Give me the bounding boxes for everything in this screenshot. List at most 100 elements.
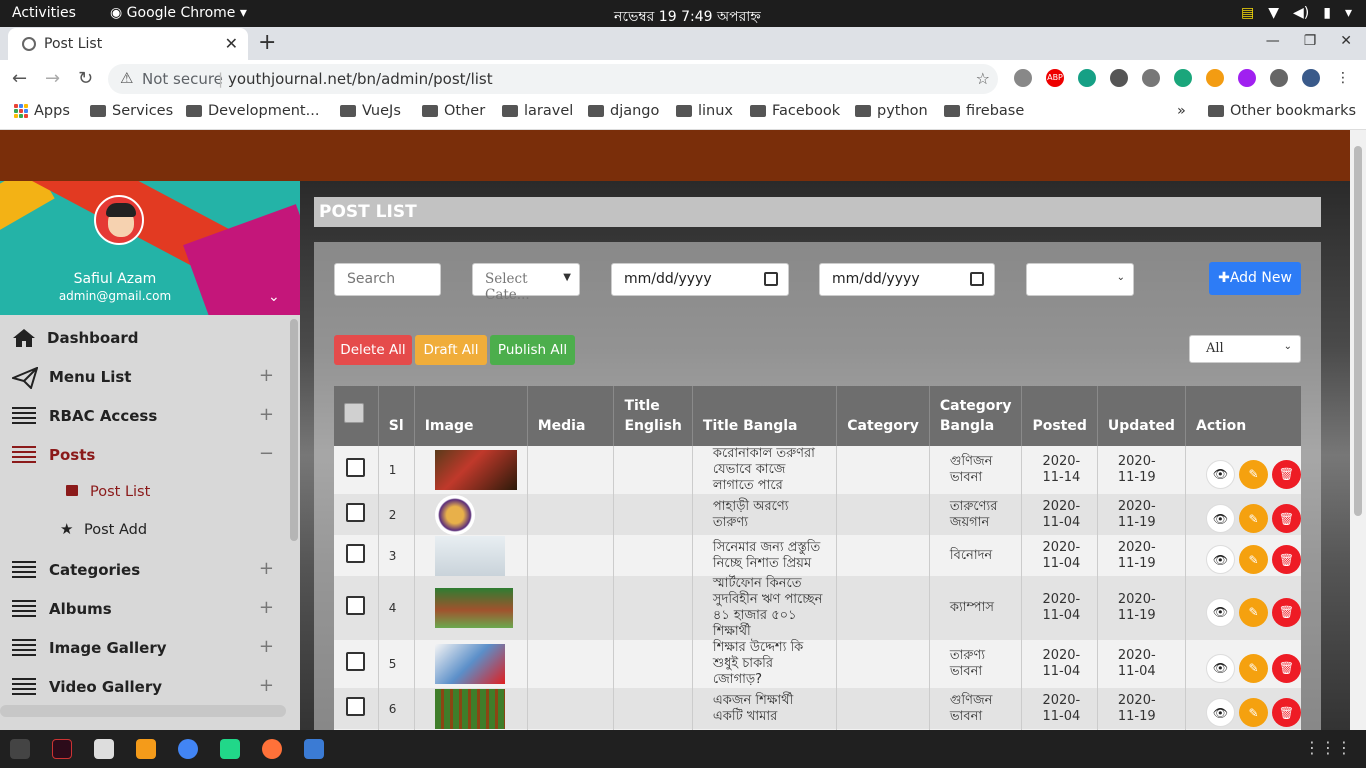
back-icon[interactable]: ← [12,68,27,89]
status-select[interactable]: All ⌄ [1189,335,1301,363]
publish-all-button[interactable]: Publish All [490,335,575,365]
terminal-icon[interactable] [10,739,30,759]
menu-dots-icon[interactable]: ⋮ [1334,69,1352,87]
delete-icon[interactable]: 🗑 [1272,653,1301,683]
wifi-icon[interactable]: ▼ [1268,5,1279,21]
adblock-icon[interactable]: ABP [1046,69,1064,87]
add-new-button[interactable]: ✚Add New [1209,262,1301,295]
text-editor-icon[interactable] [304,739,324,759]
column-header-category-bangla[interactable]: Category Bangla [929,386,1023,446]
camera-icon[interactable] [1014,69,1032,87]
row-checkbox[interactable] [346,696,366,716]
maximize-icon[interactable]: ❐ [1304,33,1317,49]
code-icon[interactable] [1142,69,1160,87]
bookmarks-overflow[interactable]: » [1177,103,1186,119]
bookmark-python[interactable]: python [855,103,928,119]
move-icon[interactable] [1110,69,1128,87]
minimize-icon[interactable]: — [1266,33,1280,49]
bookmark-apps[interactable]: Apps [14,103,70,119]
warning-icon[interactable]: ⚠ [120,69,133,87]
column-header-sl[interactable]: Sl [378,386,415,446]
bookmark-linux[interactable]: linux [676,103,733,119]
volume-icon[interactable]: ◀) [1293,5,1309,21]
mail-icon[interactable] [1078,69,1096,87]
sidebar-item-video-gallery[interactable]: Video Gallery + [0,667,288,706]
sidebar-item-posts[interactable]: Posts − [0,435,288,474]
draft-all-button[interactable]: Draft All [415,335,487,365]
sidebar-scrollbar[interactable] [290,319,298,541]
tab-post-list[interactable]: Post List ✕ [8,28,248,60]
puzzle-icon[interactable] [1270,69,1288,87]
bookmark-laravel[interactable]: laravel [502,103,573,119]
view-icon[interactable]: 👁 [1206,545,1235,574]
view-icon[interactable]: 👁 [1206,504,1235,533]
edit-icon[interactable]: ✎ [1239,698,1268,727]
sidebar-item-dashboard[interactable]: Dashboard [0,318,288,357]
sidebar-item-post-add[interactable]: ★ Post Add [0,512,288,550]
bookmark-vuejs[interactable]: VueJs [340,103,401,119]
bookmark-facebook[interactable]: Facebook [750,103,840,119]
delete-icon[interactable]: 🗑 [1272,504,1301,533]
activities-button[interactable]: Activities [12,5,76,21]
page-scrollbar-thumb[interactable] [1354,146,1362,516]
column-header-posted[interactable]: Posted [1021,386,1098,446]
bookmark-firebase[interactable]: firebase [944,103,1024,119]
edit-icon[interactable]: ✎ [1239,597,1268,627]
filter-select[interactable]: ⌄ [1026,263,1134,296]
clock[interactable]: নভেম্বর 19 7:49 অপরাহ্ন [614,5,761,29]
color-picker-icon[interactable] [1206,69,1224,87]
edit-icon[interactable]: ✎ [1239,653,1268,683]
column-header-updated[interactable]: Updated [1097,386,1187,446]
sidebar-item-categories[interactable]: Categories + [0,550,288,589]
sublime-icon[interactable] [136,739,156,759]
close-window-icon[interactable]: ✕ [1340,33,1352,49]
delete-icon[interactable]: 🗑 [1272,698,1301,727]
sidebar-item-albums[interactable]: Albums + [0,589,288,628]
avatar[interactable] [94,195,144,245]
terminal-app-icon[interactable] [52,739,72,759]
column-header-title-english[interactable]: Title English [613,386,693,446]
close-tab-icon[interactable]: ✕ [225,34,238,53]
view-icon[interactable]: 👁 [1206,698,1235,727]
app-menu[interactable]: ◉ Google Chrome ▾ [110,5,247,21]
view-icon[interactable]: 👁 [1206,459,1235,489]
app-grid-icon[interactable]: ⋮⋮⋮ [1304,738,1352,757]
chrome-icon[interactable] [178,739,198,759]
pen-icon[interactable] [1238,69,1256,87]
edit-icon[interactable]: ✎ [1239,459,1268,489]
search-input[interactable]: Search [334,263,441,296]
bookmark-other-bookmarks[interactable]: Other bookmarks [1208,103,1356,119]
row-checkbox[interactable] [346,458,366,477]
sidebar-item-image-gallery[interactable]: Image Gallery + [0,628,288,667]
profile-avatar[interactable] [1302,69,1320,87]
row-checkbox[interactable] [346,543,366,563]
sidebar-item-menu-list[interactable]: Menu List + [0,357,288,396]
sidebar-item-rbac-access[interactable]: RBAC Access + [0,396,288,435]
column-header-image[interactable]: Image [414,386,528,446]
bookmark-services[interactable]: Services [90,103,173,119]
sidebar-horizontal-scrollbar[interactable] [0,705,286,717]
bookmark-django[interactable]: django [588,103,659,119]
view-icon[interactable]: 👁 [1206,597,1235,627]
view-icon[interactable]: 👁 [1206,653,1235,683]
url-text[interactable]: youthjournal.net/bn/admin/post/list [228,70,493,88]
delete-icon[interactable]: 🗑 [1272,545,1301,574]
system-tray[interactable]: ▤ ▼ ◀) ▮ ▾ [1241,5,1352,21]
column-header-action[interactable]: Action [1185,386,1301,446]
row-checkbox[interactable] [346,502,366,522]
edit-icon[interactable]: ✎ [1239,545,1268,574]
delete-icon[interactable]: 🗑 [1272,597,1301,627]
date-to-input[interactable]: mm/dd/yyyy [819,263,995,296]
row-checkbox[interactable] [346,596,366,615]
column-header-title-bangla[interactable]: Title Bangla [692,386,838,446]
delete-icon[interactable]: 🗑 [1272,459,1301,489]
reload-icon[interactable]: ↻ [78,68,93,89]
bookmark-star-icon[interactable]: ☆ [976,69,990,88]
notes-icon[interactable]: ▤ [1241,5,1254,21]
chevron-down-icon[interactable]: ⌄ [268,289,280,305]
firefox-icon[interactable] [262,739,282,759]
pycharm-icon[interactable] [220,739,240,759]
battery-icon[interactable]: ▮ [1323,5,1331,21]
column-header-media[interactable]: Media [527,386,615,446]
files-icon[interactable] [94,739,114,759]
